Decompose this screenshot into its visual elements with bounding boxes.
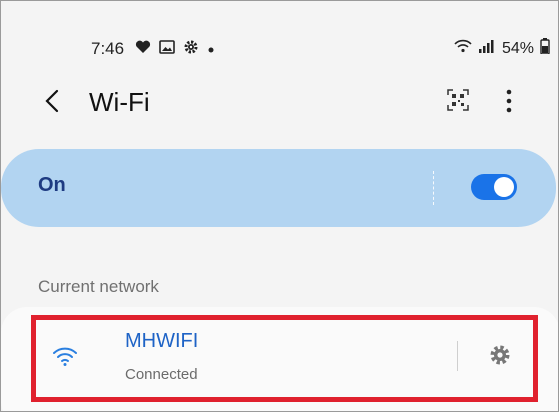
heart-icon: [135, 40, 151, 59]
battery-percent: 54%: [501, 39, 534, 57]
cellular-signal-icon: [478, 39, 494, 58]
more-vertical-icon[interactable]: [505, 88, 513, 114]
status-icons-left: [135, 39, 215, 60]
wifi-signal-icon: [454, 39, 472, 58]
status-bar: 7:46 54%: [1, 29, 558, 69]
toggle-divider: [433, 171, 435, 205]
screen-frame: 7:46 54% Wi-Fi On Current network MHWIFI…: [0, 0, 559, 412]
wifi-toggle-switch[interactable]: [471, 174, 517, 200]
switch-knob: [494, 177, 514, 197]
qr-scan-icon[interactable]: [447, 89, 469, 111]
app-header: Wi-Fi: [1, 73, 558, 129]
image-icon: [159, 40, 175, 59]
chevron-left-icon[interactable]: [39, 87, 67, 115]
dot-icon: [207, 41, 215, 59]
section-label-current-network: Current network: [38, 277, 159, 296]
wifi-toggle-card[interactable]: On: [1, 149, 556, 227]
status-icons-right: 54%: [454, 38, 550, 59]
highlight-box: [31, 315, 538, 402]
battery-icon: [540, 38, 550, 59]
page-title: Wi-Fi: [89, 87, 150, 117]
wifi-toggle-label: On: [38, 174, 66, 196]
gear-icon: [183, 39, 199, 60]
status-time: 7:46: [91, 39, 125, 58]
